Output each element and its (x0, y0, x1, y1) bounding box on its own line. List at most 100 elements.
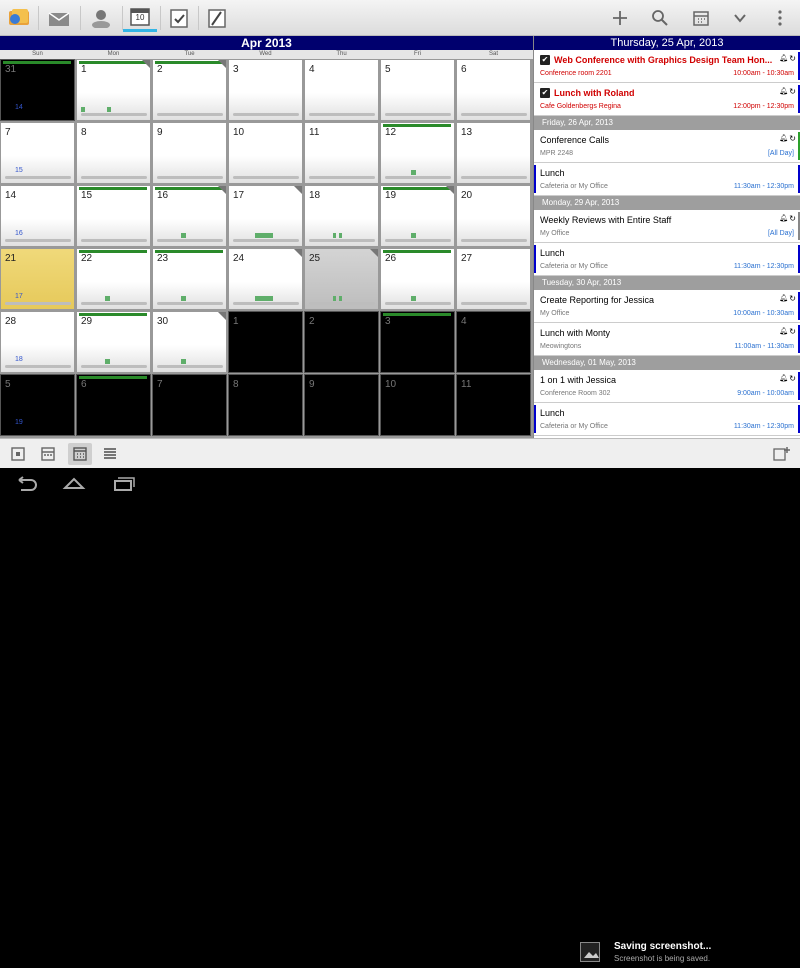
event-time: 12:00pm - 12:30pm (733, 103, 794, 110)
mail-icon[interactable] (42, 4, 76, 32)
calendar-day-cell[interactable]: 10 (228, 122, 303, 184)
calendar-day-cell[interactable]: 19 (380, 185, 455, 247)
day-number: 8 (81, 127, 87, 138)
agenda-event[interactable]: ✔ Web Conference with Graphics Design Tea… (534, 50, 800, 83)
event-marker (81, 107, 85, 112)
calendar-day-cell[interactable]: 8 (76, 122, 151, 184)
calendar-day-cell[interactable]: 18 (304, 185, 379, 247)
calendar-day-cell[interactable]: 17 (228, 185, 303, 247)
calendar-day-cell[interactable]: 4 (456, 311, 531, 373)
calendar-day-cell[interactable]: 28 18 (0, 311, 75, 373)
day-number: 4 (309, 64, 315, 75)
agenda-event[interactable]: Lunch Cafeteria or My Office 11:30am - 12:… (534, 403, 800, 436)
day-view-icon[interactable] (6, 443, 30, 465)
calendar-day-cell[interactable]: 3 (380, 311, 455, 373)
repeat-icon: ↻ (789, 294, 796, 303)
event-marker (107, 107, 111, 112)
repeat-icon: ↻ (789, 327, 796, 336)
calendar-day-cell[interactable]: 11 (456, 374, 531, 436)
calendar-day-cell[interactable]: 13 (456, 122, 531, 184)
checkbox-icon[interactable]: ✔ (540, 88, 550, 98)
back-icon[interactable] (6, 474, 46, 494)
notification-subtitle: Screenshot is being saved. (614, 954, 711, 963)
day-bottom-bar (233, 239, 299, 242)
calendar-day-cell[interactable]: 6 (456, 59, 531, 121)
calendar-day-cell[interactable]: 5 19 (0, 374, 75, 436)
event-time: [All Day] (767, 230, 794, 237)
agenda-event[interactable]: Conference Calls MPR 2248 [All Day] 🔔︎ ↻ (534, 130, 800, 163)
day-number: 25 (309, 253, 321, 264)
calendar-day-cell[interactable]: 6 (76, 374, 151, 436)
calendar-day-cell[interactable]: 2 (152, 59, 227, 121)
checkbox-icon[interactable]: ✔ (540, 55, 550, 65)
screenshot-notification[interactable]: Saving screenshot... Screenshot is being… (580, 940, 800, 966)
recent-apps-icon[interactable] (104, 474, 144, 494)
add-icon[interactable] (604, 4, 636, 32)
home-icon[interactable] (54, 474, 94, 494)
calendar-day-cell[interactable]: 11 (304, 122, 379, 184)
event-marker (181, 296, 186, 301)
calendar-day-cell[interactable]: 21 17 (0, 248, 75, 310)
app-menu-icon[interactable] (2, 4, 36, 32)
calendar-day-cell[interactable]: 3 (228, 59, 303, 121)
day-number: 10 (233, 127, 245, 138)
agenda-event[interactable]: Create Reporting for Jessica My Office 10:… (534, 290, 800, 323)
month-title[interactable]: Apr 2013 (0, 36, 533, 50)
more-events-indicator (294, 249, 302, 257)
calendar-day-cell[interactable]: 15 (76, 185, 151, 247)
calendar-day-cell[interactable]: 4 (304, 59, 379, 121)
calendar-day-cell[interactable]: 9 (152, 122, 227, 184)
event-title: Create Reporting for Jessica (540, 295, 655, 305)
chevron-down-icon[interactable] (724, 4, 756, 32)
tasks-icon[interactable] (162, 4, 196, 32)
agenda-event[interactable]: 1 on 1 with Jessica Conference Room 302 9:… (534, 370, 800, 403)
calendar-day-cell[interactable]: 23 (152, 248, 227, 310)
calendar-day-cell[interactable]: 25 (304, 248, 379, 310)
calendar-day-cell[interactable]: 27 (456, 248, 531, 310)
agenda-event[interactable]: ✔ Lunch with Roland Cafe Goldenbergs Regin… (534, 83, 800, 116)
repeat-icon: ↻ (789, 134, 796, 143)
calendar-day-cell[interactable]: 8 (228, 374, 303, 436)
reminder-bell-icon: 🔔︎ (779, 88, 788, 95)
calendar-day-cell[interactable]: 7 (152, 374, 227, 436)
calendar-day-cell[interactable]: 22 (76, 248, 151, 310)
agenda-event[interactable]: Lunch with Monty Meowingtons 11:00am - 11:… (534, 323, 800, 356)
month-view-icon[interactable] (68, 443, 92, 465)
overflow-menu-icon[interactable] (764, 4, 796, 32)
search-icon[interactable] (644, 4, 676, 32)
go-to-date-icon[interactable] (685, 4, 717, 32)
calendar-day-cell[interactable]: 16 (152, 185, 227, 247)
day-number: 8 (233, 379, 239, 390)
calendar-day-cell[interactable]: 1 (228, 311, 303, 373)
agenda-event[interactable]: Lunch Cafeteria or My Office 11:30am - 12:… (534, 243, 800, 276)
calendar-day-cell[interactable]: 20 (456, 185, 531, 247)
calendar-day-cell[interactable]: 5 (380, 59, 455, 121)
calendar-day-cell[interactable]: 31 14 (0, 59, 75, 121)
day-number: 24 (233, 253, 245, 264)
calendar-day-cell[interactable]: 30 (152, 311, 227, 373)
calendar-day-cell[interactable]: 29 (76, 311, 151, 373)
calendar-tab[interactable]: 10 (123, 4, 157, 32)
add-event-icon[interactable] (770, 443, 794, 465)
agenda-date-section: Tuesday, 30 Apr, 2013 (534, 276, 800, 290)
calendar-day-cell[interactable]: 9 (304, 374, 379, 436)
agenda-event[interactable]: Weekly Reviews with Entire Staff My Offic… (534, 210, 800, 243)
event-time: 10:00am - 10:30am (733, 310, 794, 317)
repeat-icon: ↻ (789, 54, 796, 63)
calendar-day-cell[interactable]: 10 (380, 374, 455, 436)
agenda-view-icon[interactable] (98, 443, 122, 465)
calendar-day-cell[interactable]: 12 (380, 122, 455, 184)
calendar-day-cell[interactable]: 24 (228, 248, 303, 310)
notes-icon[interactable] (200, 4, 234, 32)
calendar-day-cell[interactable]: 7 15 (0, 122, 75, 184)
contacts-icon[interactable] (84, 4, 118, 32)
week-view-icon[interactable] (36, 443, 60, 465)
event-location: MPR 2248 (540, 150, 574, 157)
calendar-day-cell[interactable]: 2 (304, 311, 379, 373)
all-day-event-bar (383, 313, 451, 316)
calendar-day-cell[interactable]: 26 (380, 248, 455, 310)
agenda-event[interactable]: Lunch Cafeteria or My Office 11:30am - 12:… (534, 163, 800, 196)
calendar-day-cell[interactable]: 14 16 (0, 185, 75, 247)
week-number: 18 (15, 356, 23, 363)
calendar-day-cell[interactable]: 1 (76, 59, 151, 121)
